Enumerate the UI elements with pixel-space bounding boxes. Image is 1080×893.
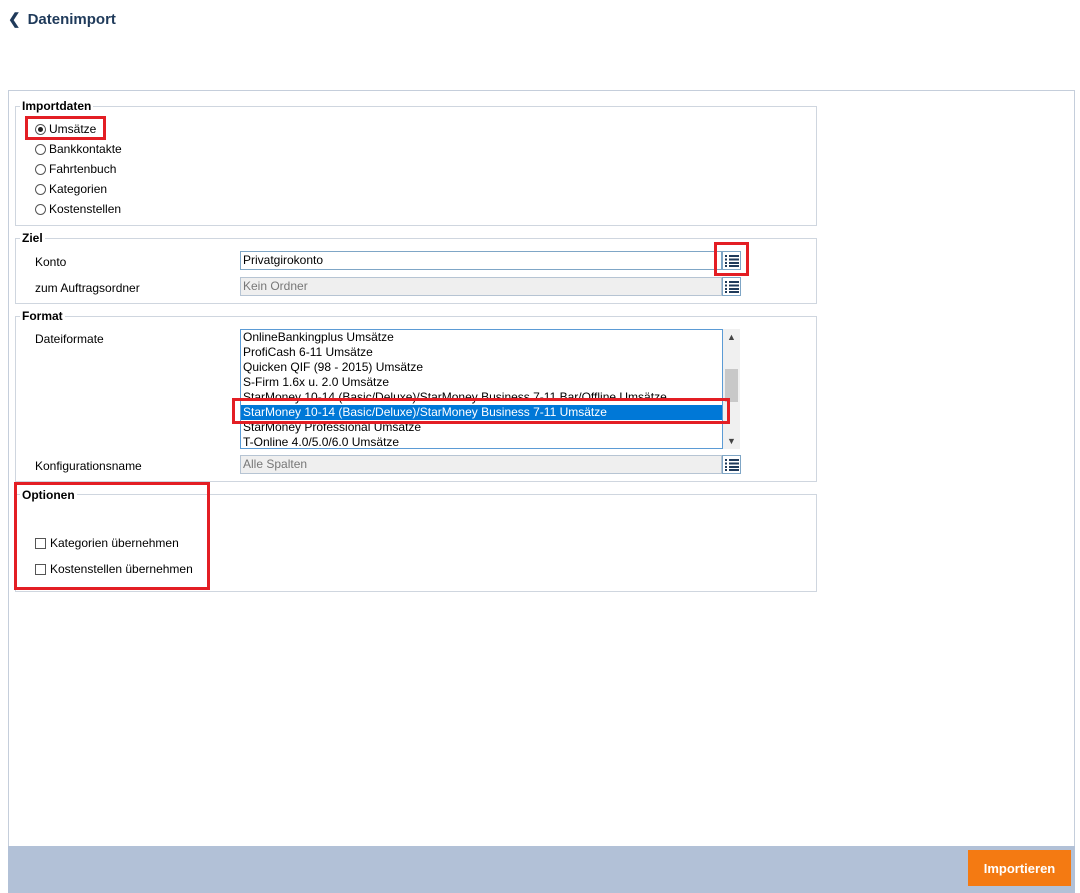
importdaten-legend: Importdaten: [20, 99, 94, 113]
list-item[interactable]: ProfiCash 6-11 Umsätze: [241, 345, 722, 360]
listbox-scrollbar[interactable]: ▲ ▼: [723, 329, 740, 449]
konto-input[interactable]: Privatgirokonto: [240, 251, 722, 270]
radio-label: Fahrtenbuch: [49, 162, 117, 176]
auftragsordner-input[interactable]: Kein Ordner: [240, 277, 722, 296]
radio-indicator: [35, 183, 46, 195]
radio-indicator: [35, 163, 46, 175]
list-icon: [725, 459, 739, 471]
konfigurationsname-label: Konfigurationsname: [35, 459, 142, 473]
dateiformate-label: Dateiformate: [35, 332, 104, 346]
radio-kostenstellen[interactable]: Kostenstellen: [35, 202, 121, 216]
dateiformate-listbox[interactable]: OnlineBankingplus Umsätze ProfiCash 6-11…: [240, 329, 723, 449]
radio-label: Umsätze: [49, 122, 97, 136]
radio-label: Kostenstellen: [49, 202, 122, 216]
radio-bankkontakte[interactable]: Bankkontakte: [35, 142, 122, 156]
chevron-left-icon: ❮: [8, 10, 21, 28]
list-item[interactable]: OnlineBankingplus Umsätze: [241, 330, 722, 345]
auftragsordner-list-button[interactable]: [722, 277, 741, 296]
list-item[interactable]: StarMoney Professional Umsätze: [241, 420, 722, 435]
radio-label: Kategorien: [49, 182, 108, 196]
footer-bar: Importieren: [8, 846, 1075, 893]
optionen-legend: Optionen: [20, 488, 77, 502]
checkbox-indicator: [35, 537, 46, 549]
chevron-up-icon[interactable]: ▲: [723, 330, 740, 344]
konfigurationsname-input[interactable]: Alle Spalten: [240, 455, 722, 474]
list-icon: [725, 281, 739, 293]
ziel-legend: Ziel: [20, 231, 45, 245]
checkbox-label: Kategorien übernehmen: [50, 536, 179, 550]
auftragsordner-label: zum Auftragsordner: [35, 281, 140, 295]
radio-indicator: [35, 203, 46, 215]
chevron-down-icon[interactable]: ▼: [723, 434, 740, 448]
import-button[interactable]: Importieren: [968, 850, 1071, 886]
checkbox-indicator: [35, 563, 46, 575]
konto-label: Konto: [35, 255, 67, 269]
konto-list-button[interactable]: [722, 251, 741, 270]
checkbox-label: Kostenstellen übernehmen: [50, 562, 193, 576]
radio-indicator: [35, 143, 46, 155]
checkbox-kategorien[interactable]: Kategorien übernehmen: [35, 536, 179, 550]
format-legend: Format: [20, 309, 65, 323]
list-item[interactable]: S-Firm 1.6x u. 2.0 Umsätze: [241, 375, 722, 390]
konfigurationsname-list-button[interactable]: [722, 455, 741, 474]
list-icon: [725, 255, 739, 267]
page-title: Datenimport: [27, 10, 116, 28]
back-link[interactable]: ❮ Datenimport: [8, 9, 116, 29]
checkbox-kostenstellen[interactable]: Kostenstellen übernehmen: [35, 562, 193, 576]
radio-label: Bankkontakte: [49, 142, 122, 156]
list-item[interactable]: Quicken QIF (98 - 2015) Umsätze: [241, 360, 722, 375]
radio-umsaetze[interactable]: Umsätze: [35, 122, 96, 136]
importdaten-group: [15, 106, 817, 226]
list-item[interactable]: StarMoney 10-14 (Basic/Deluxe)/StarMoney…: [241, 390, 722, 405]
radio-indicator: [35, 123, 46, 135]
list-item-selected[interactable]: StarMoney 10-14 (Basic/Deluxe)/StarMoney…: [241, 405, 722, 420]
radio-kategorien[interactable]: Kategorien: [35, 182, 107, 196]
radio-fahrtenbuch[interactable]: Fahrtenbuch: [35, 162, 116, 176]
list-item[interactable]: T-Online 4.0/5.0/6.0 Umsätze: [241, 435, 722, 448]
scroll-thumb[interactable]: [725, 369, 738, 402]
